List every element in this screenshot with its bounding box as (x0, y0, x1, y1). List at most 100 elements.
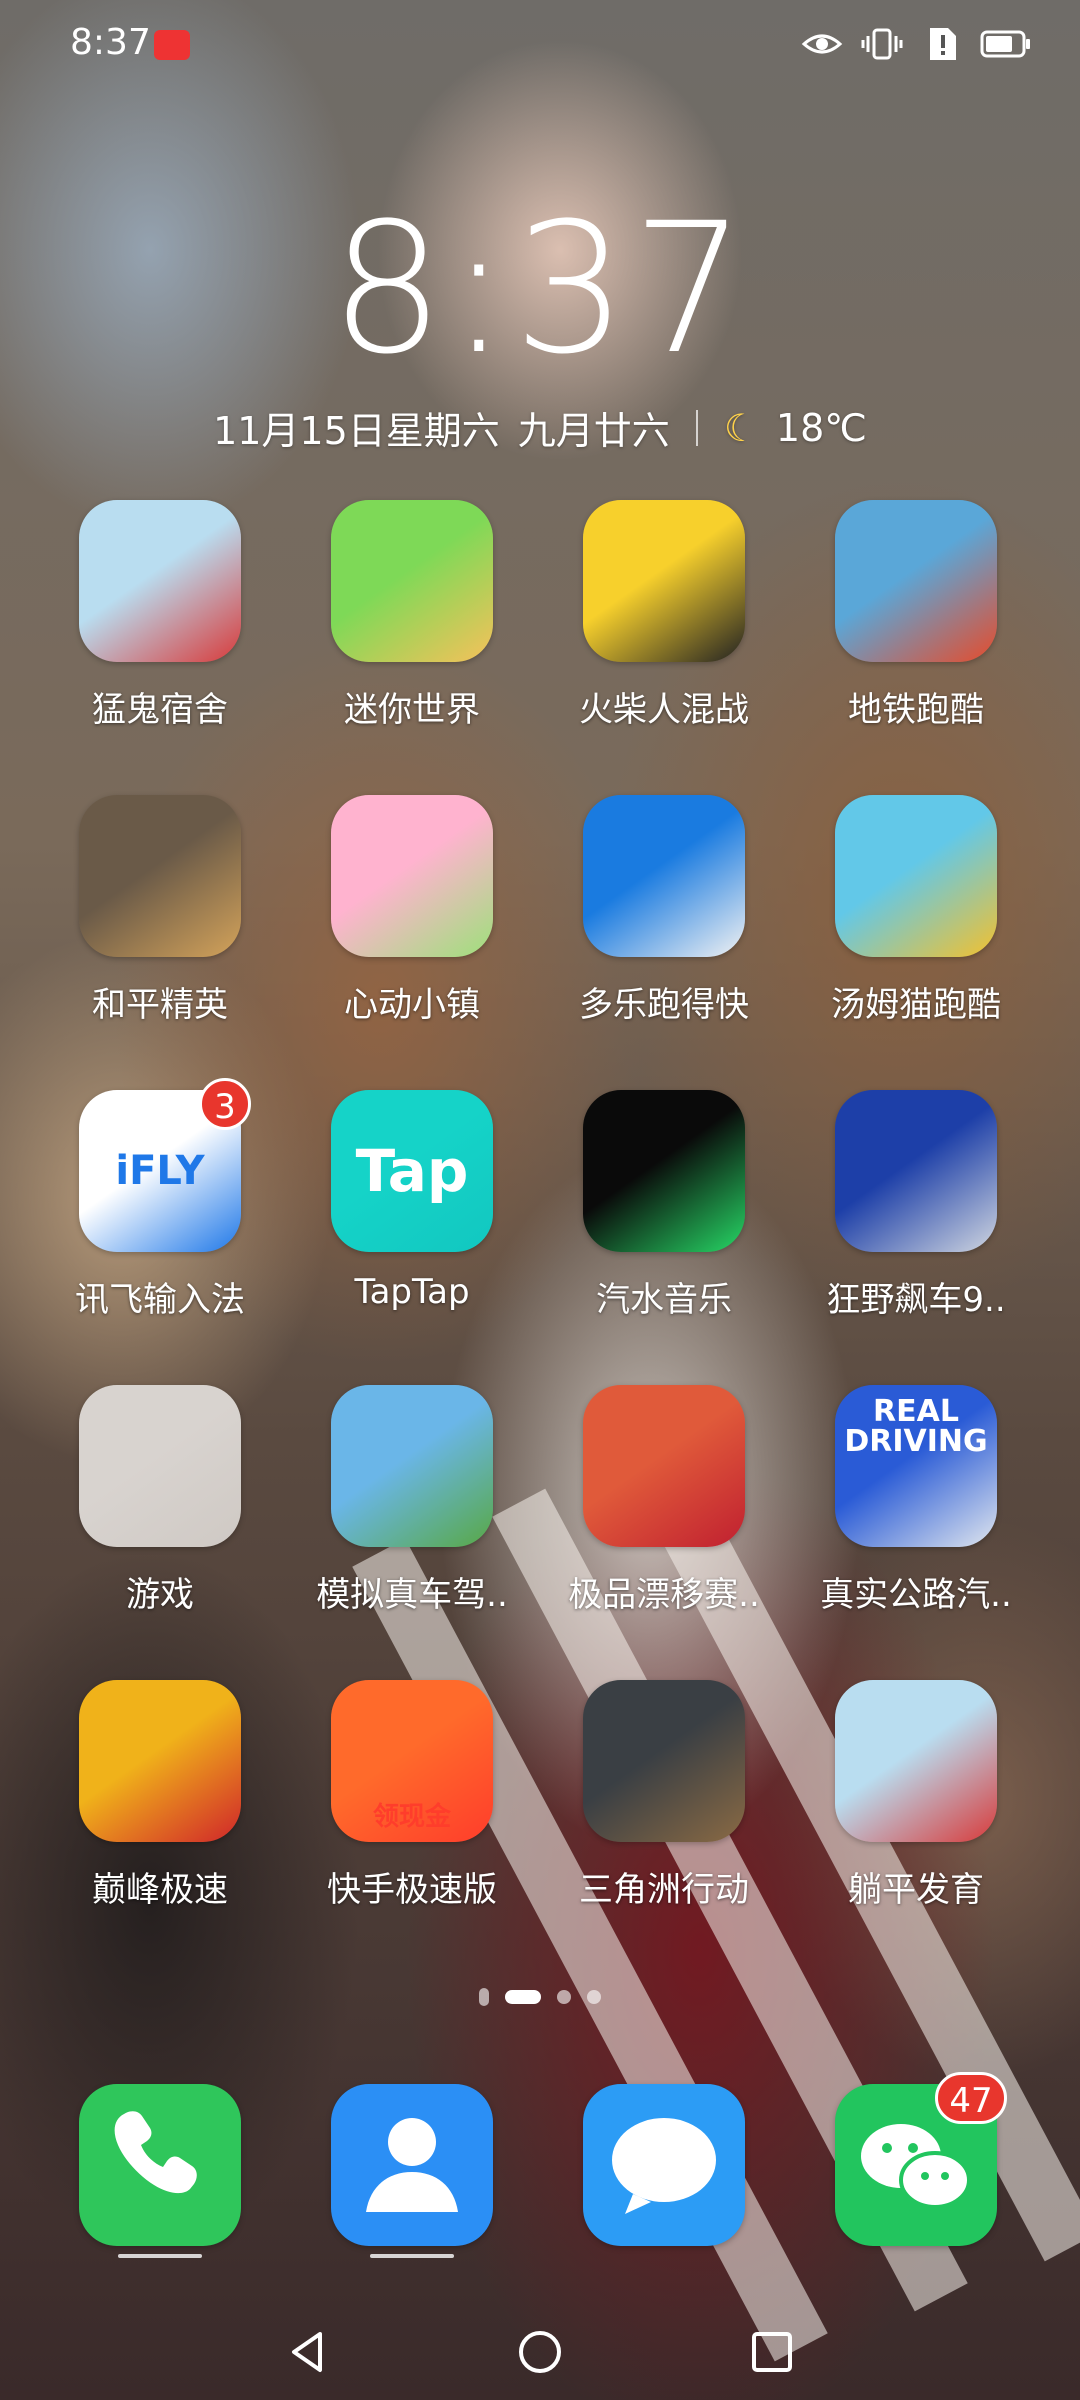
app-icon-wrap (331, 795, 493, 957)
app-icon-wrap (583, 500, 745, 662)
dock-phone[interactable] (35, 2084, 285, 2246)
dock-messages[interactable] (539, 2084, 789, 2246)
app-14[interactable]: 模拟真车驾.. (287, 1385, 537, 1616)
app-15[interactable]: 极品漂移赛.. (539, 1385, 789, 1616)
home-icon[interactable] (516, 2328, 564, 2376)
app-12[interactable]: 狂野飙车9.. (791, 1090, 1041, 1321)
app-icon[interactable] (835, 1090, 997, 1252)
app-13[interactable]: 游戏 (35, 1385, 285, 1616)
app-icon[interactable] (835, 795, 997, 957)
notification-badge: 3 (199, 1078, 251, 1130)
divider (695, 409, 698, 446)
app-7[interactable]: 多乐跑得快 (539, 795, 789, 1026)
app-3[interactable]: 火柴人混战 (539, 500, 789, 731)
app-label: 猛鬼宿舍 (92, 690, 228, 730)
dock-wechat[interactable]: 47 (791, 2072, 1041, 2246)
app-5[interactable]: 和平精英 (35, 795, 285, 1026)
app-10[interactable]: Tap TapTap (287, 1090, 537, 1312)
app-20[interactable]: 躺平发育 (791, 1680, 1041, 1911)
app-icon[interactable]: Tap (331, 1090, 493, 1252)
app-4[interactable]: 地铁跑酷 (791, 500, 1041, 731)
dock-contacts[interactable] (287, 2084, 537, 2246)
app-16[interactable]: REAL DRIVING 真实公路汽.. (791, 1385, 1041, 1616)
page-dot-1[interactable] (505, 1990, 541, 2004)
app-icon-wrap (583, 1680, 745, 1842)
sim-alert-icon (930, 28, 956, 60)
app-label: 汽水音乐 (596, 1280, 732, 1320)
app-icon-wrap (583, 1090, 745, 1252)
dock-icon-wrap: 47 (835, 2072, 1007, 2246)
app-icon[interactable] (331, 1385, 493, 1547)
app-label: 讯飞输入法 (75, 1280, 245, 1320)
back-icon[interactable] (284, 2328, 332, 2376)
app-label: 汤姆猫跑酷 (831, 985, 1001, 1025)
phone-icon[interactable] (79, 2084, 241, 2246)
app-icon[interactable] (583, 795, 745, 957)
app-icon-wrap: REAL DRIVING (835, 1385, 997, 1547)
status-time: 8:37 (70, 22, 151, 63)
app-icon-wrap: 领现金 (331, 1680, 493, 1842)
app-label: 躺平发育 (848, 1870, 984, 1910)
recents-icon[interactable] (748, 2328, 796, 2376)
app-label: 心动小镇 (344, 985, 480, 1025)
app-icon-wrap (835, 1090, 997, 1252)
app-icon[interactable] (583, 1385, 745, 1547)
message-icon[interactable] (583, 2084, 745, 2246)
app-9[interactable]: iFLY 3 讯飞输入法 (35, 1078, 285, 1321)
app-label: 模拟真车驾.. (316, 1575, 508, 1615)
app-icon-wrap (79, 500, 241, 662)
app-icon[interactable] (331, 500, 493, 662)
app-icon[interactable] (583, 1090, 745, 1252)
page-dot-search[interactable] (479, 1988, 489, 2006)
app-icon[interactable] (835, 500, 997, 662)
app-icon[interactable]: REAL DRIVING (835, 1385, 997, 1547)
app-icon[interactable] (79, 500, 241, 662)
app-label: 极品漂移赛.. (568, 1575, 760, 1615)
app-icon[interactable] (79, 795, 241, 957)
app-6[interactable]: 心动小镇 (287, 795, 537, 1026)
app-17[interactable]: 巅峰极速 (35, 1680, 285, 1911)
page-dot-3[interactable] (587, 1990, 601, 2004)
app-icon[interactable] (583, 500, 745, 662)
app-icon[interactable] (331, 795, 493, 957)
app-2[interactable]: 迷你世界 (287, 500, 537, 731)
dock-indicator (370, 2254, 454, 2258)
dock-icon-wrap (79, 2084, 241, 2246)
app-11[interactable]: 汽水音乐 (539, 1090, 789, 1321)
app-label: 巅峰极速 (92, 1870, 228, 1910)
dock-indicator (118, 2254, 202, 2258)
app-icon-text: Tap (355, 1137, 469, 1205)
moon-icon: ☾ (723, 405, 758, 450)
app-icon-wrap (583, 1385, 745, 1547)
app-label: 真实公路汽.. (820, 1575, 1012, 1615)
dock-icon-wrap (583, 2084, 745, 2246)
page-indicator[interactable] (0, 1988, 1080, 2006)
app-icon[interactable]: 领现金 (331, 1680, 493, 1842)
app-label: 和平精英 (92, 985, 228, 1025)
app-icon-wrap (835, 1680, 997, 1842)
app-icon[interactable] (583, 1680, 745, 1842)
date-text: 11月15日星期六 (213, 409, 500, 453)
navigation-bar (0, 2300, 1080, 2400)
app-icon-wrap (79, 1680, 241, 1842)
app-icon[interactable] (79, 1680, 241, 1842)
app-icon-wrap: iFLY 3 (79, 1078, 251, 1252)
app-icon[interactable] (79, 1385, 241, 1547)
page-dot-2[interactable] (557, 1990, 571, 2004)
date-weather-row[interactable]: 11月15日星期六 九月廿六 ☾ 18℃ (0, 400, 1080, 455)
app-label: 迷你世界 (344, 690, 480, 730)
home-clock[interactable]: 8:37 (0, 200, 1080, 380)
temperature: 18℃ (775, 405, 867, 450)
app-icon-wrap (835, 795, 997, 957)
app-18[interactable]: 领现金 快手极速版 (287, 1680, 537, 1911)
app-19[interactable]: 三角洲行动 (539, 1680, 789, 1911)
app-label: 快手极速版 (327, 1870, 497, 1910)
app-label: 游戏 (126, 1575, 194, 1615)
app-icon-text: 领现金 (372, 1802, 451, 1832)
app-icon-text: REAL DRIVING (844, 1394, 988, 1459)
app-icon[interactable] (835, 1680, 997, 1842)
app-1[interactable]: 猛鬼宿舍 (35, 500, 285, 731)
app-8[interactable]: 汤姆猫跑酷 (791, 795, 1041, 1026)
app-label: 多乐跑得快 (579, 985, 749, 1025)
person-icon[interactable] (331, 2084, 493, 2246)
